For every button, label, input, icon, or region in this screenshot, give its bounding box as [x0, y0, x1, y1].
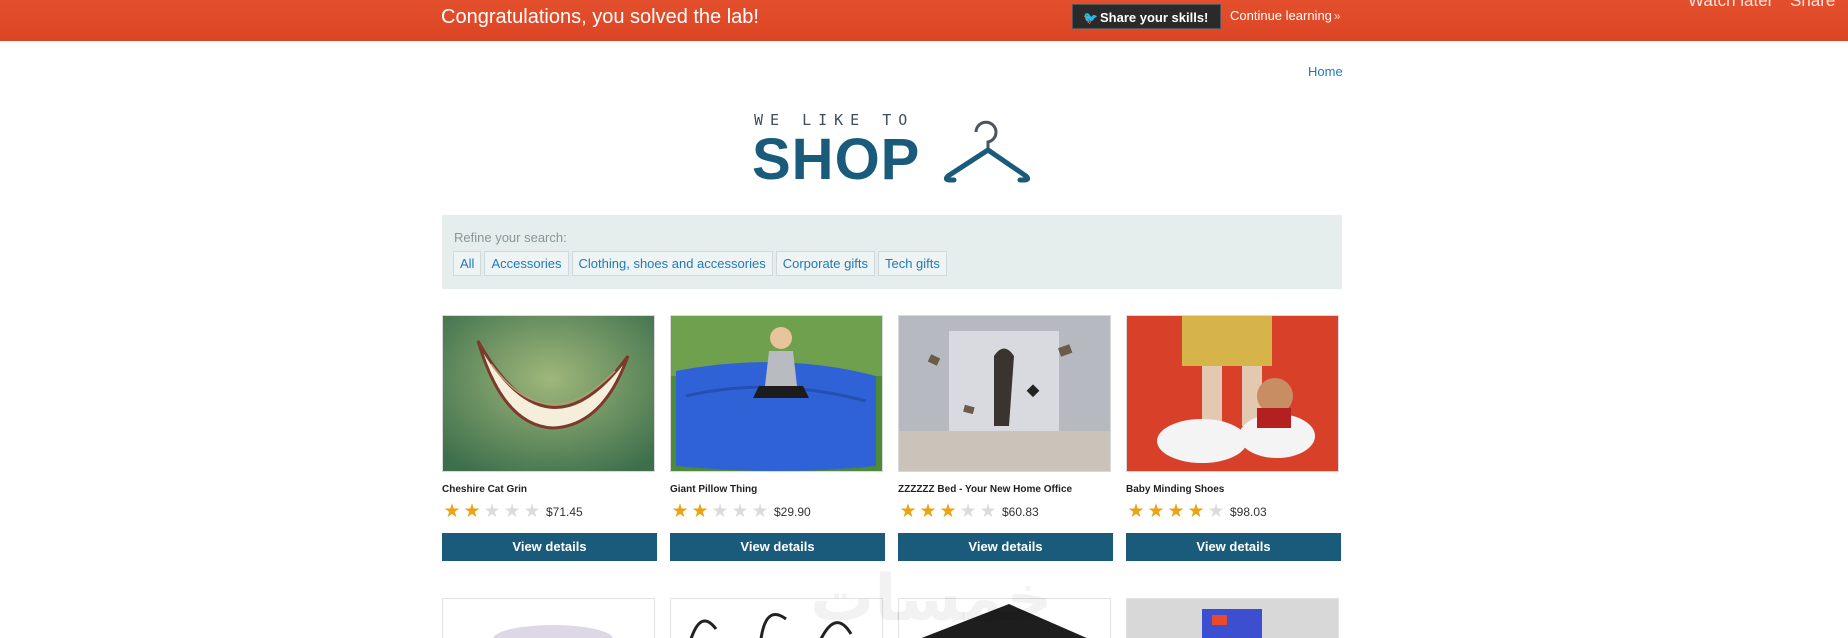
- product-card: ZZZZZZ Bed - Your New Home Office ★ ★ ★ ★ ★ …: [898, 315, 1113, 561]
- star-icon: ★: [1207, 501, 1225, 522]
- star-icon: ★: [939, 501, 957, 522]
- logo-wordmark: SHOP: [752, 127, 921, 192]
- product-name: ZZZZZZ Bed - Your New Home Office: [898, 484, 1073, 495]
- product-image[interactable]: [1126, 315, 1339, 472]
- star-icon: ★: [443, 501, 461, 522]
- product-name: Giant Pillow Thing: [670, 484, 758, 495]
- star-icon: ★: [919, 501, 937, 522]
- product-image[interactable]: [1126, 598, 1339, 638]
- product-price: $71.45: [546, 505, 583, 519]
- product-card: Baby Minding Shoes ★ ★ ★ ★ ★ $98.03 View det…: [1126, 315, 1341, 561]
- star-icon: ★: [523, 501, 541, 522]
- filter-accessories[interactable]: Accessories: [484, 251, 569, 276]
- product-card: Cheshire Cat Grin ★ ★ ★ ★ ★ $71.45 View deta…: [442, 315, 657, 561]
- product-image[interactable]: [442, 598, 655, 638]
- product-image[interactable]: [442, 315, 655, 472]
- product-rating: ★ ★ ★ ★ ★ $98.03: [1126, 502, 1341, 522]
- view-details-button[interactable]: View details: [670, 533, 885, 561]
- star-icon: ★: [671, 501, 689, 522]
- product-price: $98.03: [1230, 505, 1267, 519]
- product-name: Baby Minding Shoes: [1126, 484, 1225, 495]
- product-card: Giant Pillow Thing ★ ★ ★ ★ ★ $29.90 View det…: [670, 315, 885, 561]
- refine-search-panel: Refine your search: All Accessories Clot…: [442, 215, 1342, 289]
- product-price: $60.83: [1002, 505, 1039, 519]
- star-icon: ★: [1167, 501, 1185, 522]
- product-name: Cheshire Cat Grin: [442, 484, 528, 495]
- share-skills-label: Share your skills!: [1100, 10, 1209, 25]
- view-details-button[interactable]: View details: [1126, 533, 1341, 561]
- twitter-bird-icon: 🐦: [1083, 11, 1098, 25]
- star-icon: ★: [731, 501, 749, 522]
- product-rating: ★ ★ ★ ★ ★ $71.45: [442, 502, 657, 522]
- filter-all[interactable]: All: [453, 251, 482, 276]
- category-filters: All Accessories Clothing, shoes and acce…: [453, 251, 947, 276]
- star-icon: ★: [751, 501, 769, 522]
- home-link[interactable]: Home: [1308, 64, 1343, 79]
- product-price: $29.90: [774, 505, 811, 519]
- refine-search-label: Refine your search:: [454, 230, 567, 245]
- share-skills-button[interactable]: 🐦 Share your skills!: [1072, 4, 1222, 29]
- banner-message: Congratulations, you solved the lab!: [441, 6, 759, 28]
- star-icon: ★: [691, 501, 709, 522]
- product-image[interactable]: [898, 315, 1111, 472]
- star-icon: ★: [899, 501, 917, 522]
- filter-corporate-gifts[interactable]: Corporate gifts: [775, 251, 875, 276]
- star-icon: ★: [959, 501, 977, 522]
- filter-tech-gifts[interactable]: Tech gifts: [877, 251, 947, 276]
- product-rating: ★ ★ ★ ★ ★ $60.83: [898, 502, 1113, 522]
- view-details-button[interactable]: View details: [898, 533, 1113, 561]
- shop-logo[interactable]: WE LIKE TO SHOP: [752, 108, 1032, 190]
- watermark: خمسات: [810, 562, 1053, 636]
- star-icon: ★: [463, 501, 481, 522]
- star-icon: ★: [503, 501, 521, 522]
- view-details-button[interactable]: View details: [442, 533, 657, 561]
- star-icon: ★: [483, 501, 501, 522]
- video-share[interactable]: Share: [1790, 0, 1835, 11]
- star-icon: ★: [1187, 501, 1205, 522]
- video-watch-later[interactable]: Watch later: [1688, 0, 1773, 11]
- lab-solved-banner: Congratulations, you solved the lab! 🐦 Sh…: [0, 0, 1848, 41]
- continue-learning-link[interactable]: Continue learning»: [1230, 8, 1341, 24]
- continue-learning-label: Continue learning: [1230, 8, 1332, 23]
- star-icon: ★: [1127, 501, 1145, 522]
- star-icon: ★: [1147, 501, 1165, 522]
- filter-clothing[interactable]: Clothing, shoes and accessories: [571, 251, 773, 276]
- product-image[interactable]: [670, 315, 883, 472]
- star-icon: ★: [979, 501, 997, 522]
- product-rating: ★ ★ ★ ★ ★ $29.90: [670, 502, 885, 522]
- hanger-icon: [943, 120, 1031, 183]
- star-icon: ★: [711, 501, 729, 522]
- double-chevron-right-icon: »: [1333, 9, 1341, 23]
